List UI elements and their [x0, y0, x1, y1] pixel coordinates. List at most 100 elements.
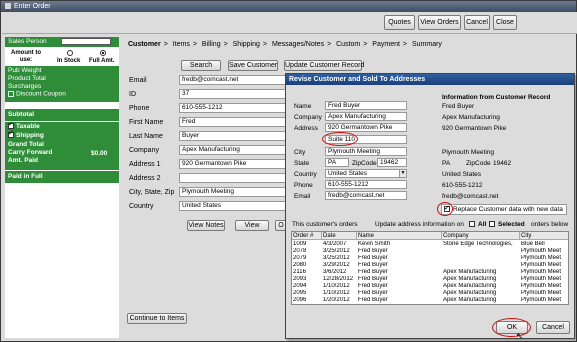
orders-label: This customer's orders [292, 221, 358, 228]
taxable-checkbox[interactable] [8, 121, 14, 130]
phone-label: Phone [129, 105, 150, 112]
continue-to-items-button[interactable]: Continue to Items [127, 313, 187, 324]
table-cell: 3/25/2012 [323, 248, 350, 254]
discount-coupon-checkbox[interactable] [8, 91, 14, 97]
table-cell: Fred Buyer [358, 248, 388, 254]
address2-highlight-circle [322, 132, 358, 146]
last-name-field[interactable]: Buyer [179, 131, 289, 141]
search-button[interactable]: Search [181, 60, 221, 71]
table-cell: Fred Buyer [358, 255, 388, 261]
dlg-name-field[interactable]: Fred Buyer [325, 101, 407, 110]
id-label: ID [129, 91, 136, 98]
crumb-messages[interactable]: Messages/Notes [272, 41, 324, 48]
table-cell: 2093 [293, 276, 307, 282]
email-field[interactable]: fredb@comcast.net [179, 75, 289, 85]
country-field[interactable]: United States [179, 201, 289, 211]
city-state-zip-label: City, State, Zip [129, 189, 175, 196]
table-cell: 2078 [293, 248, 307, 254]
save-customer-button[interactable]: Save Customer [228, 60, 278, 71]
product-total-label: Product Total [8, 75, 46, 82]
view-notes-button[interactable]: View Notes [187, 220, 225, 231]
crumb-payment[interactable]: Payment [372, 41, 400, 48]
col-order[interactable]: Order # [292, 232, 322, 240]
table-cell: 2079 [293, 255, 307, 261]
table-cell: Plymouth Meet [521, 269, 562, 275]
table-cell [442, 248, 520, 255]
id-field[interactable]: 37 [179, 89, 289, 99]
taxable-row[interactable]: Taxable [5, 121, 119, 131]
crumb-shipping[interactable]: Shipping [233, 41, 260, 48]
crumb-items[interactable]: Items [173, 41, 190, 48]
all-checkbox[interactable] [469, 221, 475, 227]
close-button[interactable]: Close [493, 15, 517, 30]
totals-block-1: Pub Weight Product Total Surcharges Disc… [5, 66, 119, 102]
col-name[interactable]: Name [357, 232, 442, 240]
shipping-checkbox[interactable] [8, 130, 14, 139]
sales-person-field[interactable] [61, 38, 111, 45]
company-field[interactable]: Apex Manufacturing [179, 145, 289, 155]
record-header: Information from Customer Record [442, 94, 551, 101]
table-cell: Plymouth Meet [521, 297, 562, 303]
full-amt-radio[interactable] [100, 50, 106, 56]
breadcrumb: Customer > Items > Billing > Shipping > Mess… [128, 41, 442, 48]
first-name-label: First Name [129, 119, 164, 126]
col-company[interactable]: Company [442, 232, 520, 240]
discount-coupon-row[interactable]: Discount Coupon [5, 91, 119, 103]
last-name-label: Last Name [129, 133, 163, 140]
crumb-custom[interactable]: Custom [336, 41, 360, 48]
dlg-state-field[interactable]: PA [325, 158, 349, 167]
cursor-icon: ↖ [516, 331, 524, 341]
table-cell: Stone Edge Technologies, [443, 241, 513, 247]
taxable-label: Taxable [16, 123, 40, 130]
table-cell: 2096 [293, 297, 307, 303]
dlg-address-field[interactable]: 920 Germantown Pike [325, 123, 407, 132]
table-cell: 1/10/2012 [323, 283, 350, 289]
col-date[interactable]: Date [322, 232, 357, 240]
dlg-zip-field[interactable]: 19462 [377, 158, 407, 167]
view-orders-button[interactable]: View Orders [418, 15, 461, 30]
rec-city: Plymouth Meeting [442, 149, 495, 156]
crumb-billing[interactable]: Billing [202, 41, 221, 48]
dlg-name-label: Name [294, 103, 312, 110]
rec-address: 920 Germantown Pike [442, 125, 507, 132]
first-name-field[interactable]: Fred [179, 117, 289, 127]
address2-field[interactable] [179, 173, 289, 183]
in-stock-label: In Stock [57, 58, 81, 64]
rec-country: United States [442, 171, 482, 178]
table-cell: Apex Manufacturing [443, 290, 497, 296]
update-address-label: Update address information on [375, 221, 464, 228]
address1-field[interactable]: 920 Germantown Pike [179, 159, 289, 169]
in-stock-radio[interactable] [67, 50, 73, 56]
view-button[interactable]: View [235, 220, 269, 231]
update-customer-record-button[interactable]: Update Customer Record [284, 60, 364, 71]
selected-checkbox[interactable] [489, 221, 495, 227]
table-cell: Apex Manufacturing [443, 297, 497, 303]
phone-field[interactable]: 610-555-1212 [179, 103, 289, 113]
shipping-row[interactable]: Shipping [5, 130, 119, 140]
dlg-country-label: Country [294, 171, 317, 178]
sales-person-select[interactable]: Sales Person [5, 37, 119, 47]
rec-company: Apex Manufacturing [442, 114, 500, 121]
dialog-cancel-button[interactable]: Cancel [536, 321, 570, 334]
table-cell: 3/29/2012 [323, 262, 350, 268]
table-cell: Blue Bell [521, 241, 545, 247]
cancel-button[interactable]: Cancel [464, 15, 490, 30]
dlg-country-select[interactable]: United States [325, 169, 407, 178]
table-cell [442, 255, 520, 262]
col-city[interactable]: City [520, 232, 568, 240]
dlg-city-field[interactable]: Plymouth Meeting [325, 147, 407, 156]
selected-label: Selected [498, 221, 525, 228]
dlg-zip-label: ZipCode [352, 160, 377, 167]
city-field[interactable]: Plymouth Meeting [179, 187, 289, 197]
address1-label: Address 1 [129, 161, 161, 168]
replace-data-row[interactable]: Replace Customer data with new data [441, 204, 567, 215]
dlg-email-field[interactable]: fredb@comcast.net [325, 191, 407, 200]
quotes-button[interactable]: Quotes [384, 15, 415, 30]
dlg-company-field[interactable]: Apex Manufacturing [325, 112, 407, 121]
chevron-down-icon[interactable]: ▼ [399, 170, 406, 177]
crumb-summary[interactable]: Summary [412, 41, 442, 48]
crumb-customer[interactable]: Customer [128, 41, 161, 48]
table-cell: 1009 [293, 241, 307, 247]
table-cell [442, 262, 520, 269]
dlg-phone-field[interactable]: 610-555-1212 [325, 180, 407, 189]
